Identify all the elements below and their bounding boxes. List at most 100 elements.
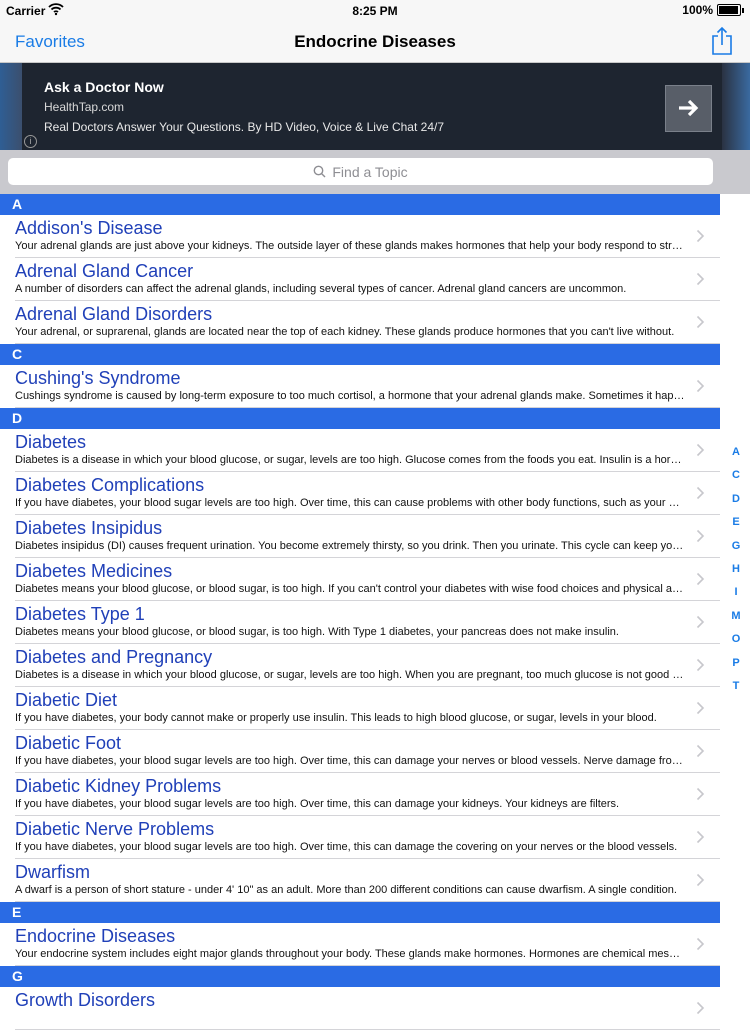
item-subtitle: Diabetes means your blood glucose, or bl… — [15, 583, 685, 595]
item-subtitle: If you have diabetes, your blood sugar l… — [15, 755, 685, 767]
item-title: Diabetes Medicines — [15, 561, 173, 581]
item-subtitle: A dwarf is a person of short stature - u… — [15, 884, 677, 896]
chevron-right-icon — [696, 787, 705, 806]
section-header: C — [0, 344, 720, 365]
status-bar: Carrier 8:25 PM 100% — [0, 0, 750, 22]
ad-info-icon[interactable]: i — [24, 135, 37, 148]
chevron-right-icon — [696, 1001, 705, 1020]
list-item[interactable]: Diabetes Medicines Diabetes means your bl… — [0, 558, 720, 601]
chevron-right-icon — [696, 572, 705, 591]
battery-percent: 100% — [682, 3, 713, 17]
index-letter[interactable]: I — [722, 586, 750, 609]
index-letter[interactable]: A — [722, 446, 750, 469]
list-item[interactable]: Adrenal Gland Cancer A number of disorder… — [0, 258, 720, 301]
chevron-right-icon — [696, 615, 705, 634]
item-subtitle: Diabetes means your blood glucose, or bl… — [15, 626, 619, 638]
search-icon — [313, 165, 326, 178]
favorites-button[interactable]: Favorites — [15, 32, 85, 52]
index-letter[interactable]: E — [722, 516, 750, 539]
section-header: E — [0, 902, 720, 923]
item-subtitle: Diabetes is a disease in which your bloo… — [15, 454, 685, 466]
section-header: G — [0, 966, 720, 987]
chevron-right-icon — [696, 443, 705, 462]
item-title: Endocrine Diseases — [15, 926, 176, 946]
page-title: Endocrine Diseases — [294, 32, 456, 51]
item-title: Diabetes Complications — [15, 475, 205, 495]
battery-indicator: 100% — [682, 3, 744, 17]
list-item[interactable]: Adrenal Gland Disorders Your adrenal, or … — [0, 301, 720, 344]
item-subtitle: Cushings syndrome is caused by long-term… — [15, 390, 685, 402]
list-item[interactable]: Addison's Disease Your adrenal glands are… — [0, 215, 720, 258]
list-item[interactable]: Growth Disorders — [0, 987, 720, 1030]
list-item[interactable]: Diabetic Diet If you have diabetes, your … — [0, 687, 720, 730]
index-letter[interactable]: H — [722, 563, 750, 586]
item-subtitle: If you have diabetes, your blood sugar l… — [15, 841, 678, 853]
battery-icon — [717, 4, 741, 16]
list-item[interactable]: Diabetic Kidney Problems If you have diab… — [0, 773, 720, 816]
battery-tip — [742, 7, 744, 13]
arrow-right-icon — [678, 99, 698, 117]
item-title: Diabetes Type 1 — [15, 604, 145, 624]
index-letter[interactable]: T — [722, 680, 750, 703]
item-title: Cushing's Syndrome — [15, 368, 181, 388]
index-letter[interactable]: D — [722, 493, 750, 516]
item-title: Adrenal Gland Disorders — [15, 304, 213, 324]
item-title: Diabetic Kidney Problems — [15, 776, 222, 796]
chevron-right-icon — [696, 315, 705, 334]
ad-arrow-button[interactable] — [665, 85, 712, 132]
ad-edge-left — [0, 63, 22, 150]
item-subtitle: Your adrenal glands are just above your … — [15, 240, 685, 252]
status-time: 8:25 PM — [352, 4, 398, 18]
navigation-bar: Favorites Endocrine Diseases — [0, 22, 750, 63]
section-index[interactable]: ACDEGHIMOPT — [722, 446, 750, 703]
item-title: Diabetes Insipidus — [15, 518, 163, 538]
index-letter[interactable]: C — [722, 469, 750, 492]
item-title: Dwarfism — [15, 862, 90, 882]
chevron-right-icon — [696, 873, 705, 892]
list-item[interactable]: Diabetes and Pregnancy Diabetes is a dise… — [0, 644, 720, 687]
item-title: Adrenal Gland Cancer — [15, 261, 194, 281]
item-subtitle: Diabetes insipidus (DI) causes frequent … — [15, 540, 685, 552]
index-letter[interactable]: G — [722, 540, 750, 563]
ad-banner[interactable]: Ask a Doctor Now HealthTap.com Real Doct… — [0, 63, 750, 150]
list-item[interactable]: Diabetic Nerve Problems If you have diabe… — [0, 816, 720, 859]
index-letter[interactable]: O — [722, 633, 750, 656]
item-subtitle: A number of disorders can affect the adr… — [15, 283, 627, 295]
item-subtitle: If you have diabetes, your blood sugar l… — [15, 798, 620, 810]
list-item[interactable]: Diabetes Type 1 Diabetes means your blood… — [0, 601, 720, 644]
item-title: Addison's Disease — [15, 218, 163, 238]
list-item[interactable]: Dwarfism A dwarf is a person of short sta… — [0, 859, 720, 902]
index-letter[interactable]: M — [722, 610, 750, 633]
list-item[interactable]: Endocrine Diseases Your endocrine system … — [0, 923, 720, 966]
index-letter[interactable]: P — [722, 657, 750, 680]
list-item[interactable]: Diabetic Foot If you have diabetes, your … — [0, 730, 720, 773]
chevron-right-icon — [696, 229, 705, 248]
list-item[interactable]: Cushing's Syndrome Cushings syndrome is c… — [0, 365, 720, 408]
chevron-right-icon — [696, 272, 705, 291]
chevron-right-icon — [696, 937, 705, 956]
item-title: Diabetes and Pregnancy — [15, 647, 213, 667]
item-subtitle: Your adrenal, or suprarenal, glands are … — [15, 326, 675, 338]
item-title: Diabetes — [15, 432, 87, 452]
share-icon[interactable] — [709, 26, 735, 56]
ad-url: HealthTap.com — [44, 100, 125, 114]
ad-description: Real Doctors Answer Your Questions. By H… — [44, 120, 444, 134]
list-item[interactable]: Diabetes Complications If you have diabet… — [0, 472, 720, 515]
item-subtitle: Diabetes is a disease in which your bloo… — [15, 669, 685, 681]
item-subtitle: If you have diabetes, your blood sugar l… — [15, 497, 685, 509]
search-placeholder: Find a Topic — [332, 163, 408, 180]
item-title: Diabetic Diet — [15, 690, 118, 710]
section-header: D — [0, 408, 720, 429]
search-bar: Find a Topic — [0, 150, 750, 194]
chevron-right-icon — [696, 744, 705, 763]
chevron-right-icon — [696, 658, 705, 677]
chevron-right-icon — [696, 529, 705, 548]
item-subtitle: If you have diabetes, your body cannot m… — [15, 712, 657, 724]
item-title: Growth Disorders — [15, 990, 156, 1010]
search-input[interactable]: Find a Topic — [8, 158, 713, 185]
chevron-right-icon — [696, 379, 705, 398]
list-item[interactable]: Diabetes Diabetes is a disease in which y… — [0, 429, 720, 472]
chevron-right-icon — [696, 701, 705, 720]
ad-title: Ask a Doctor Now — [44, 79, 164, 95]
list-item[interactable]: Diabetes Insipidus Diabetes insipidus (DI… — [0, 515, 720, 558]
